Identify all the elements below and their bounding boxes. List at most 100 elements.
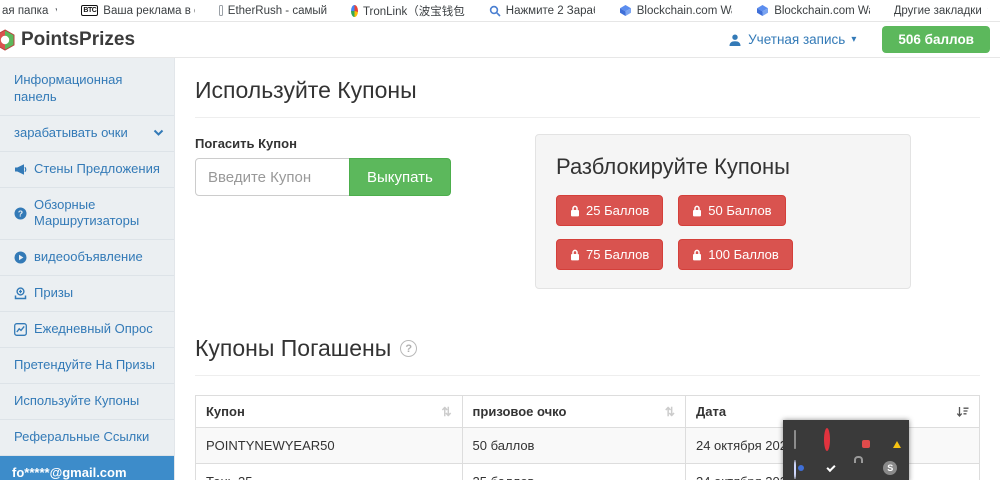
bookmark-label: EtherRush - самый bbox=[228, 5, 327, 17]
body-row: Информационная панель зарабатывать очки … bbox=[0, 58, 1000, 480]
page-title: Используйте Купоны bbox=[195, 77, 980, 104]
sidebar-item-label: зарабатывать очки bbox=[14, 125, 128, 142]
megaphone-icon bbox=[14, 163, 27, 176]
header-label: Дата bbox=[696, 404, 726, 419]
header-label: призовое очко bbox=[473, 404, 567, 419]
sort-desc-icon bbox=[956, 406, 969, 418]
antivirus-check-icon[interactable] bbox=[824, 461, 839, 476]
unlock-100-button[interactable]: 100 Баллов bbox=[678, 239, 793, 270]
bookmark-folder[interactable]: ая папка ▾ bbox=[2, 5, 57, 17]
other-bookmarks-label: Другие закладки bbox=[894, 5, 982, 17]
cell-points: 50 баллов bbox=[462, 428, 685, 464]
lock-icon bbox=[570, 249, 580, 261]
site-header: PointsPrizes Учетная запись ▾ 506 баллов bbox=[0, 22, 1000, 58]
cell-points: 25 баллов bbox=[462, 464, 685, 480]
sidebar-item-label: Информационная панель bbox=[14, 72, 164, 106]
unlock-panel-title: Разблокируйте Купоны bbox=[556, 154, 890, 180]
sidebar-item-video-ads[interactable]: видеообъявление bbox=[0, 240, 174, 276]
unlock-button-label: 25 Баллов bbox=[586, 203, 649, 218]
system-tray-popup bbox=[783, 420, 909, 480]
sidebar-item-referral-links[interactable]: Реферальные Ссылки bbox=[0, 420, 174, 456]
account-label: Учетная запись bbox=[748, 32, 845, 47]
sidebar-item-daily-poll[interactable]: Ежедневный Опрос bbox=[0, 312, 174, 348]
sort-icon: ⇅ bbox=[441, 405, 451, 419]
main-content: Используйте Купоны Погасить Купон Выкупа… bbox=[175, 58, 1000, 480]
lock-icon bbox=[570, 205, 580, 217]
sidebar-item-claim-prizes[interactable]: Претендуйте На Призы bbox=[0, 348, 174, 384]
account-menu[interactable]: Учетная запись ▾ bbox=[728, 32, 856, 47]
person-icon bbox=[728, 33, 742, 47]
sidebar-item-label: видеообъявление bbox=[34, 249, 143, 266]
unlock-coupons-panel: Разблокируйте Купоны 25 Баллов bbox=[535, 134, 911, 289]
defender-warning-icon[interactable] bbox=[883, 431, 898, 446]
sidebar-item-label: Претендуйте На Призы bbox=[14, 357, 155, 374]
header-label: Купон bbox=[206, 404, 245, 419]
bookmark-label: Blockchain.com Wa bbox=[637, 5, 732, 17]
bookmark-btc-ad[interactable]: BTC Ваша реклама в с bbox=[81, 5, 194, 17]
help-icon[interactable]: ? bbox=[400, 340, 417, 357]
notification-bonus-1[interactable]: fo*****@gmail.com Offer Bonus Points bbox=[0, 456, 174, 480]
bookmark-label: ая папка bbox=[2, 5, 48, 17]
logo[interactable]: PointsPrizes bbox=[0, 28, 135, 52]
sidebar-item-offer-walls[interactable]: Стены Предложения bbox=[0, 152, 174, 188]
sidebar-item-label: Обзорные Маршрутизаторы bbox=[34, 197, 164, 231]
sidebar-item-label: Ежедневный Опрос bbox=[34, 321, 153, 338]
cell-coupon: Тень 25 bbox=[196, 464, 463, 480]
sidebar-item-use-coupons[interactable]: Используйте Купоны bbox=[0, 384, 174, 420]
search-icon bbox=[489, 5, 501, 17]
media-player-icon[interactable] bbox=[794, 461, 809, 476]
redeem-coupon-label: Погасить Купон bbox=[195, 136, 535, 151]
lock-icon[interactable] bbox=[853, 461, 868, 476]
unlock-50-button[interactable]: 50 Баллов bbox=[678, 195, 785, 226]
sidebar-item-prizes[interactable]: Призы bbox=[0, 276, 174, 312]
lock-icon bbox=[692, 249, 702, 261]
sidebar-item-earn-points[interactable]: зарабатывать очки bbox=[0, 116, 174, 152]
redeem-button[interactable]: Выкупать bbox=[349, 158, 451, 196]
logo-text: PointsPrizes bbox=[21, 29, 135, 51]
chart-line-icon bbox=[14, 323, 27, 336]
title-divider bbox=[195, 117, 980, 118]
pointsprizes-hexagon-icon bbox=[0, 28, 17, 52]
bookmark-click-earn[interactable]: Нажмите 2 Зараб bbox=[489, 5, 595, 17]
unlock-75-button[interactable]: 75 Баллов bbox=[556, 239, 663, 270]
opera-icon[interactable] bbox=[824, 431, 839, 446]
sidebar-item-label: Стены Предложения bbox=[34, 161, 160, 178]
unlock-button-label: 100 Баллов bbox=[708, 247, 779, 262]
bookmark-blockchain-2[interactable]: Blockchain.com Wa bbox=[756, 4, 869, 17]
section-divider bbox=[195, 375, 980, 376]
points-balance-badge[interactable]: 506 баллов bbox=[882, 26, 990, 53]
blockchain-cube-icon bbox=[619, 4, 632, 17]
bookmarks-bar: ая папка ▾ BTC Ваша реклама в с EtherRus… bbox=[0, 0, 1000, 22]
sidebar-item-dashboard[interactable]: Информационная панель bbox=[0, 63, 174, 116]
window-icon[interactable] bbox=[794, 431, 809, 446]
sort-icon: ⇅ bbox=[665, 405, 675, 419]
svg-text:?: ? bbox=[18, 208, 23, 218]
sidebar-item-label: Используйте Купоны bbox=[14, 393, 139, 410]
btc-icon: BTC bbox=[81, 5, 98, 16]
prizes-icon bbox=[14, 287, 27, 300]
other-bookmarks-button[interactable]: Другие закладки ▾ bbox=[894, 5, 988, 17]
bookmark-label: Blockchain.com Wa bbox=[774, 5, 869, 17]
bookmark-tronlink[interactable]: TronLink（波宝钱包 bbox=[351, 3, 465, 19]
table-header-points[interactable]: призовое очко ⇅ bbox=[462, 396, 685, 428]
bookmark-etherrush[interactable]: EtherRush - самый bbox=[219, 5, 327, 17]
blockchain-cube-icon bbox=[756, 4, 769, 17]
s-app-icon[interactable] bbox=[883, 461, 897, 475]
play-circle-icon bbox=[14, 251, 27, 264]
sidebar-item-label: Призы bbox=[34, 285, 73, 302]
app-icon[interactable] bbox=[853, 431, 868, 446]
screen: ая папка ▾ BTC Ваша реклама в с EtherRus… bbox=[0, 0, 1000, 480]
tronlink-icon bbox=[351, 5, 358, 17]
notification-email: fo*****@gmail.com bbox=[12, 464, 164, 480]
page-icon bbox=[219, 5, 223, 16]
table-header-coupon[interactable]: Купон ⇅ bbox=[196, 396, 463, 428]
chevron-down-icon bbox=[153, 129, 164, 137]
coupon-input[interactable] bbox=[195, 158, 350, 196]
unlock-25-button[interactable]: 25 Баллов bbox=[556, 195, 663, 226]
redeem-coupon-form: Погасить Купон Выкупать bbox=[195, 134, 535, 196]
bookmark-label: TronLink（波宝钱包 bbox=[363, 3, 465, 19]
bookmark-blockchain-1[interactable]: Blockchain.com Wa bbox=[619, 4, 732, 17]
caret-down-icon: ▾ bbox=[55, 5, 57, 16]
sidebar-item-survey-routers[interactable]: ? Обзорные Маршрутизаторы bbox=[0, 188, 174, 241]
cell-coupon: POINTYNEWYEAR50 bbox=[196, 428, 463, 464]
